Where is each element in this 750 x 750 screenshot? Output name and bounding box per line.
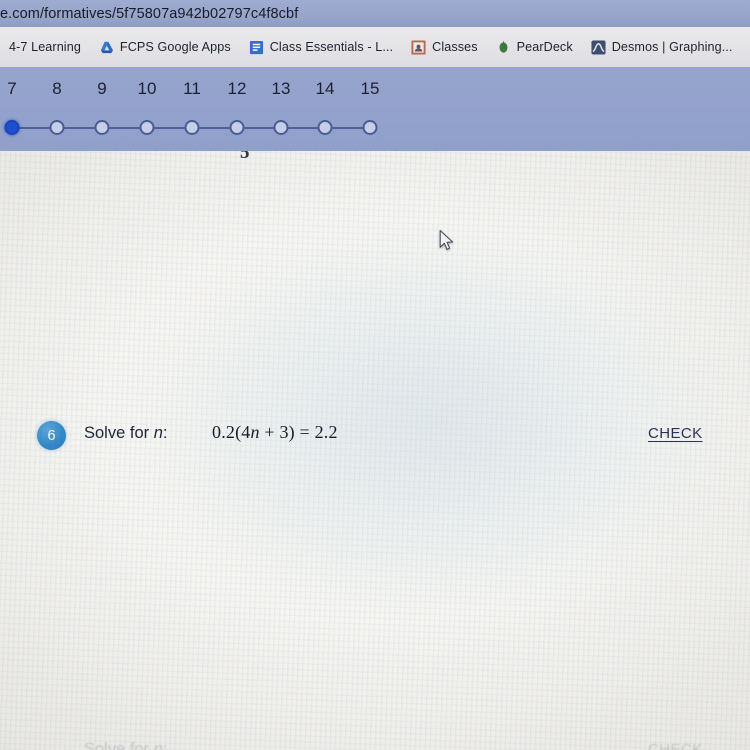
bookmark-label: Desmos | Graphing... bbox=[611, 40, 733, 54]
stepper-dot-8[interactable] bbox=[49, 120, 65, 135]
cut-off-question-number: 5 bbox=[240, 151, 250, 163]
next-prompt-prefix: Solve for bbox=[84, 740, 154, 750]
stepper-dot-13[interactable] bbox=[273, 120, 289, 135]
bookmark-label: FCPS Google Apps bbox=[119, 40, 231, 54]
question-expression: 0.2(4n + 3) = 2.2 bbox=[212, 422, 338, 443]
stepper-dot-9[interactable] bbox=[94, 120, 110, 135]
question-stepper: 7 8 9 10 11 12 13 14 15 bbox=[0, 67, 750, 151]
bookmark-label: PearDeck bbox=[516, 40, 573, 54]
expression-variable: n bbox=[250, 422, 260, 442]
question-prompt-suffix: : bbox=[162, 424, 168, 442]
bookmark-peardeck[interactable]: PearDeck bbox=[487, 38, 582, 57]
address-bar-url[interactable]: e.com/formatives/5f75807a942b02797c4f8cb… bbox=[0, 6, 298, 22]
next-prompt-variable: n bbox=[153, 740, 163, 750]
stepper-label-11[interactable]: 11 bbox=[183, 79, 201, 99]
stepper-dot-14[interactable] bbox=[317, 120, 333, 135]
stepper-label-14[interactable]: 14 bbox=[316, 79, 335, 99]
formative-page-body: 5 6 Solve for n: 0.2(4n + 3) = 2.2 CHECK… bbox=[0, 151, 750, 750]
stepper-label-8[interactable]: 8 bbox=[52, 79, 61, 99]
bookmark-label: Classes bbox=[432, 40, 478, 54]
bookmark-desmos-graphing[interactable]: Desmos | Graphing... bbox=[582, 38, 742, 57]
question-prompt-variable: n bbox=[153, 424, 163, 442]
check-button[interactable]: CHECK bbox=[648, 425, 703, 442]
classroom-icon bbox=[411, 39, 426, 55]
stepper-label-7[interactable]: 7 bbox=[7, 79, 16, 99]
browser-address-bar[interactable]: e.com/formatives/5f75807a942b02797c4f8cb… bbox=[0, 0, 750, 27]
stepper-dot-15[interactable] bbox=[362, 120, 378, 135]
bookmark-classes[interactable]: Classes bbox=[402, 38, 487, 57]
bookmark-fcps-google-apps[interactable]: FCPS Google Apps bbox=[90, 38, 240, 57]
expression-prefix: 0.2(4 bbox=[212, 422, 251, 442]
next-question-prompt: Solve for n: bbox=[84, 740, 167, 750]
question-prompt-prefix: Solve for bbox=[84, 424, 154, 442]
expression-suffix: + 3) = 2.2 bbox=[259, 422, 338, 442]
peardeck-icon bbox=[496, 40, 511, 55]
bookmark-24-7-learning[interactable]: 4-7 Learning bbox=[0, 38, 90, 56]
stepper-label-9[interactable]: 9 bbox=[97, 79, 106, 99]
question-number-badge: 6 bbox=[37, 421, 66, 450]
next-prompt-suffix: : bbox=[162, 740, 168, 750]
stepper-dot-10[interactable] bbox=[139, 120, 155, 135]
question-prompt: Solve for n: bbox=[84, 424, 167, 443]
stepper-dot-11[interactable] bbox=[184, 120, 200, 135]
stepper-dot-12[interactable] bbox=[229, 120, 245, 135]
bookmark-label: 4-7 Learning bbox=[9, 40, 81, 54]
next-check-button[interactable]: CHECK bbox=[648, 741, 703, 750]
google-docs-icon bbox=[249, 40, 264, 55]
stepper-label-10[interactable]: 10 bbox=[138, 79, 157, 99]
screenshot-root: e.com/formatives/5f75807a942b02797c4f8cb… bbox=[0, 0, 750, 750]
stepper-dot-7[interactable] bbox=[4, 120, 20, 135]
stepper-label-12[interactable]: 12 bbox=[228, 79, 247, 99]
photo-vignette bbox=[0, 151, 750, 750]
bookmarks-bar: 4-7 Learning FCPS Google Apps Class Esse… bbox=[0, 27, 750, 67]
screen-moire-overlay bbox=[0, 151, 750, 750]
bookmark-label: Class Essentials - L... bbox=[269, 40, 394, 54]
stepper-label-15[interactable]: 15 bbox=[361, 79, 380, 99]
stepper-label-13[interactable]: 13 bbox=[272, 79, 291, 99]
bookmark-class-essentials[interactable]: Class Essentials - L... bbox=[240, 38, 402, 57]
google-drive-icon bbox=[99, 40, 114, 55]
desmos-icon bbox=[591, 39, 606, 55]
